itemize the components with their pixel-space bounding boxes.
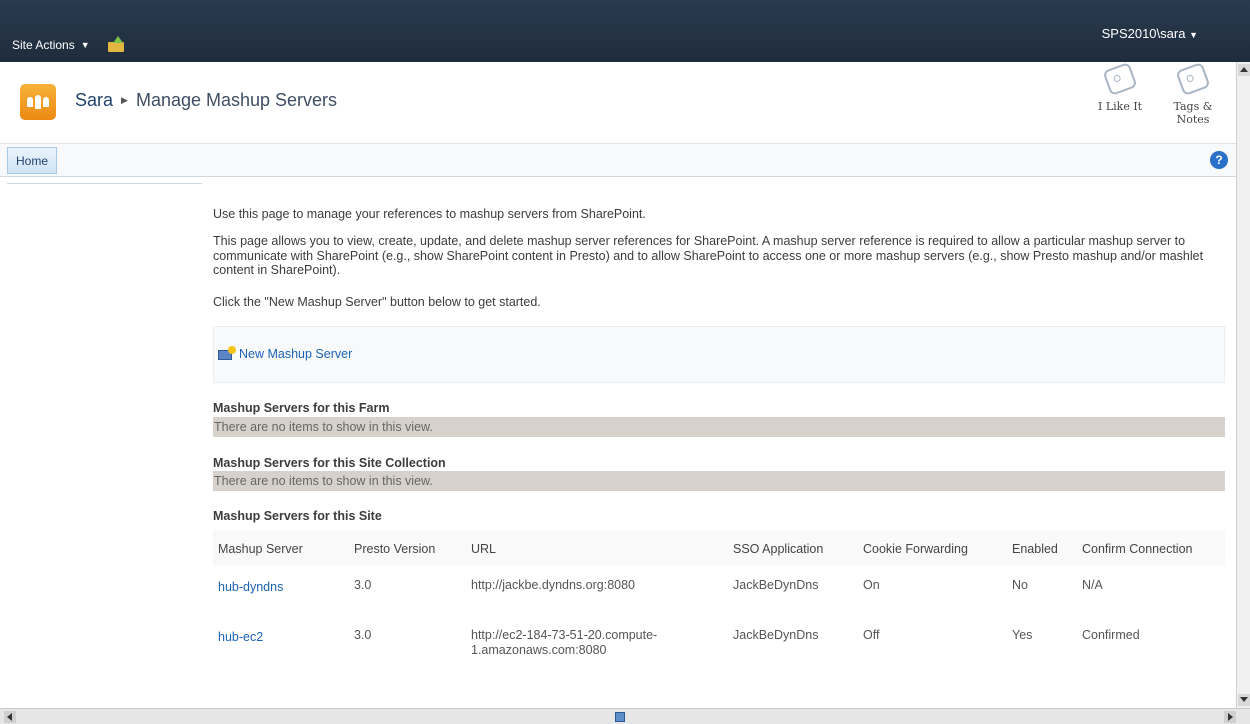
column-header[interactable]: Confirm Connection [1082,542,1192,556]
i-like-it-label: I Like It [1098,100,1143,113]
site-actions-menu[interactable]: Site Actions ▼ [12,36,124,52]
quick-launch-divider [7,183,202,184]
new-server-icon [218,346,236,360]
tags-notes-icon [1175,61,1211,97]
table-cell: Yes [1012,628,1033,642]
breadcrumb: Sara ▶ Manage Mashup Servers [75,90,337,111]
table-cell: http://ec2-184-73-51-20.compute-1.amazon… [471,628,658,657]
column-header[interactable]: Presto Version [354,542,435,556]
column-header[interactable]: Enabled [1012,542,1058,556]
scroll-down-icon[interactable] [1238,694,1250,706]
page-title: Manage Mashup Servers [135,90,338,110]
user-menu[interactable]: SPS2010\sara ▼ [1102,26,1198,41]
like-tag-icon [1102,61,1138,97]
farm-empty-message: There are no items to show in this view. [213,417,1225,437]
top-link-bar: Home ? [0,144,1236,177]
new-mashup-server-label: New Mashup Server [239,347,353,361]
server-name-link[interactable]: hub-ec2 [218,630,263,645]
table-cell: JackBeDynDns [733,578,819,592]
farm-section-title: Mashup Servers for this Farm [213,401,390,415]
instructions-text: Click the "New Mashup Server" button bel… [213,294,541,309]
ribbon-bar: Site Actions ▼ SPS2010\sara ▼ [0,0,1250,62]
new-mashup-server-button[interactable]: New Mashup Server [218,346,353,361]
scroll-left-icon[interactable] [4,711,16,723]
navigate-up-icon[interactable] [107,36,124,52]
table-cell: On [863,578,880,592]
horizontal-scrollbar[interactable] [0,708,1250,724]
site-logo-icon[interactable] [20,84,56,120]
column-header[interactable]: SSO Application [733,542,823,556]
column-header[interactable]: Cookie Forwarding [863,542,968,556]
site-servers-table: Mashup Server Presto Version URL SSO App… [213,530,1225,666]
table-cell: http://jackbe.dyndns.org:8080 [471,578,636,592]
table-row: hub-dyndns 3.0 http://jackbe.dyndns.org:… [213,566,1225,616]
tags-notes-label: Tags & Notes [1173,100,1213,126]
table-cell: Off [863,628,880,642]
description-text: This page allows you to view, create, up… [213,234,1204,278]
site-actions-label: Site Actions [12,38,75,52]
vertical-scrollbar[interactable] [1236,62,1250,708]
table-cell: No [1012,578,1028,592]
tags-notes-button[interactable]: Tags & Notes [1168,61,1218,126]
i-like-it-button[interactable]: I Like It [1098,61,1143,113]
breadcrumb-site-link[interactable]: Sara [75,90,113,111]
intro-text: Use this page to manage your references … [213,207,646,221]
table-header: Mashup Server Presto Version URL SSO App… [213,530,1225,566]
chevron-down-icon: ▼ [80,40,90,50]
table-cell: Confirmed [1082,628,1140,642]
chevron-down-icon: ▼ [1189,30,1198,40]
title-area: Sara ▶ Manage Mashup Servers I Like It T… [0,61,1236,144]
scroll-right-icon[interactable] [1224,711,1236,723]
table-row: hub-ec2 3.0 http://ec2-184-73-51-20.comp… [213,616,1225,666]
help-icon[interactable]: ? [1210,151,1228,169]
server-name-link[interactable]: hub-dyndns [218,580,283,595]
column-header[interactable]: Mashup Server [218,542,303,556]
main-content: Use this page to manage your references … [213,198,1225,319]
toolbar: New Mashup Server [213,326,1225,383]
table-cell: N/A [1082,578,1103,592]
site-section-title: Mashup Servers for this Site [213,509,382,523]
collection-section-title: Mashup Servers for this Site Collection [213,456,446,470]
table-cell: JackBeDynDns [733,628,819,642]
scrollbar-thumb[interactable] [615,712,625,722]
breadcrumb-separator-icon: ▶ [121,95,128,105]
table-cell: 3.0 [354,578,372,592]
tab-home[interactable]: Home [7,147,58,174]
column-header[interactable]: URL [471,542,496,556]
table-cell: 3.0 [354,628,372,642]
collection-empty-message: There are no items to show in this view. [213,471,1225,491]
scroll-up-icon[interactable] [1238,64,1250,76]
user-name: SPS2010\sara [1101,26,1186,41]
